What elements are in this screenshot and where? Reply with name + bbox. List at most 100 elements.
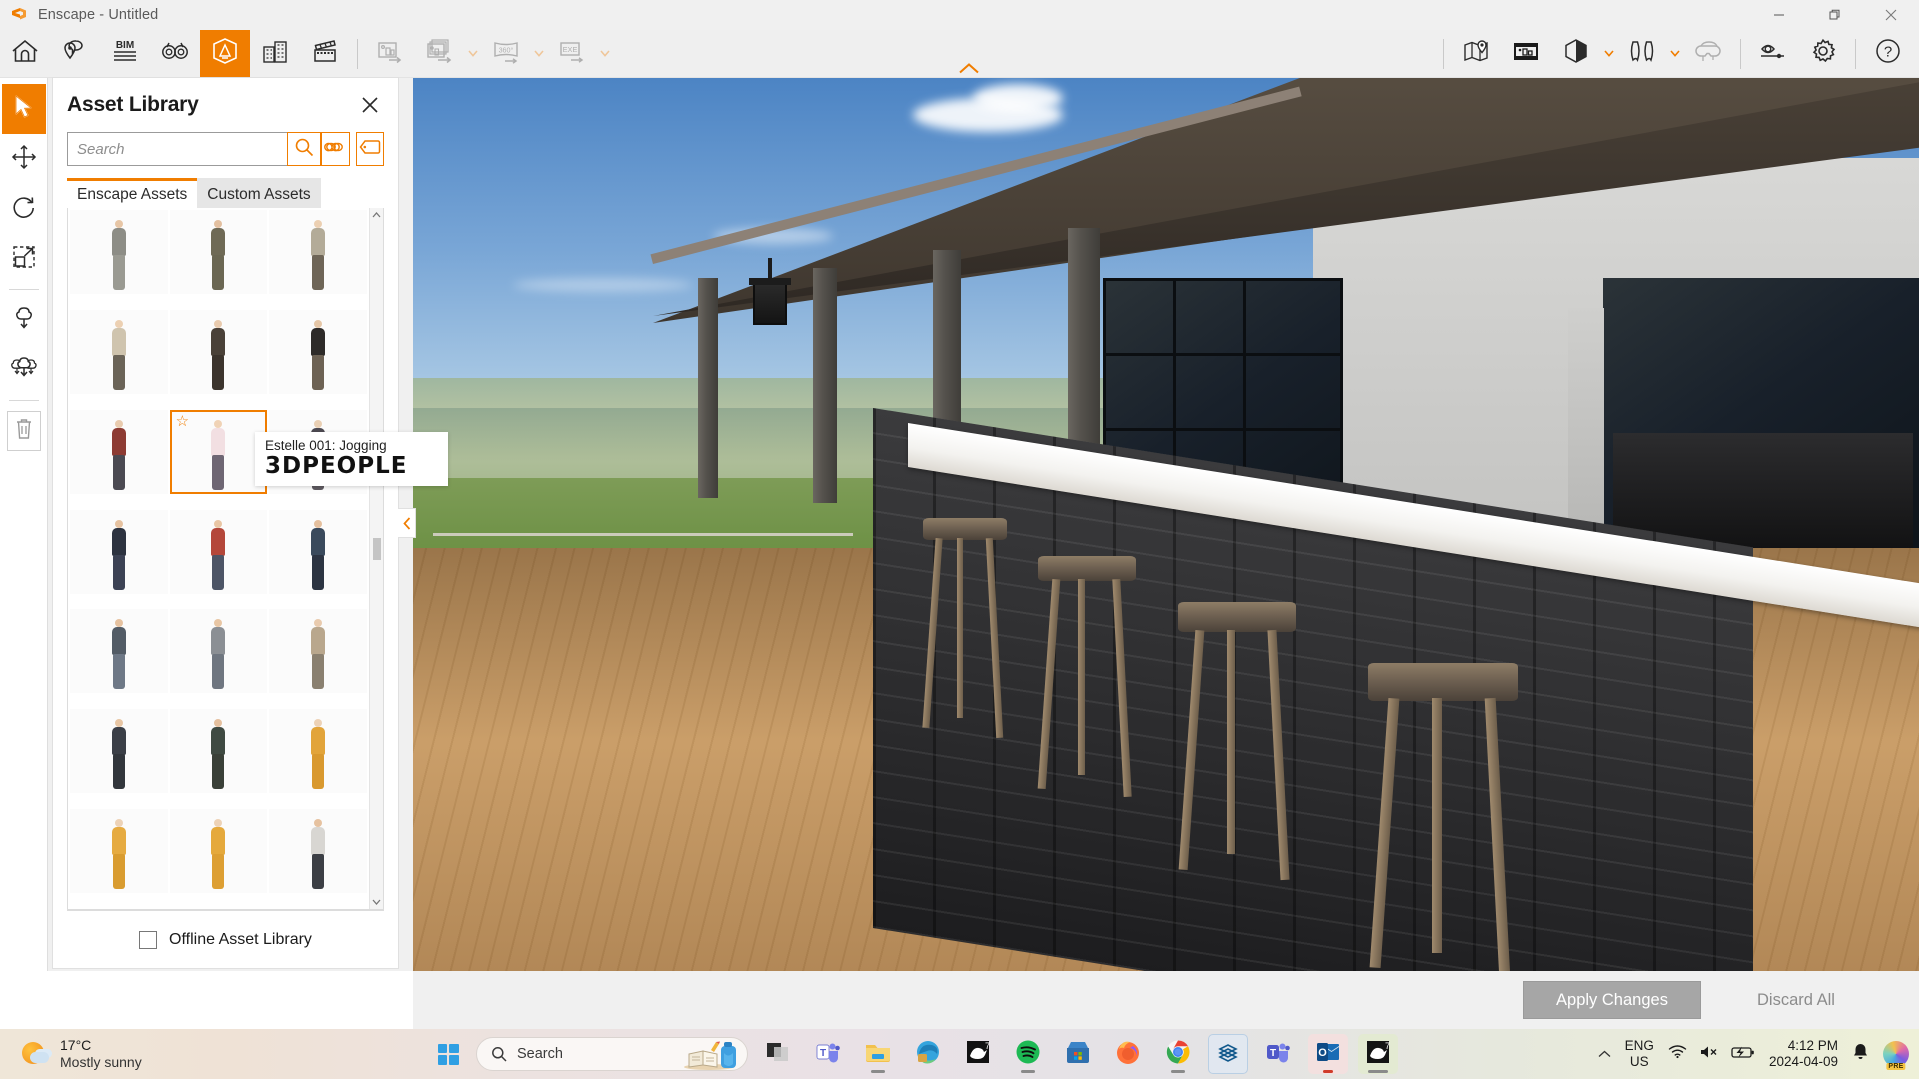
asset-figure <box>205 619 231 691</box>
rendering-style-button[interactable] <box>1551 30 1601 78</box>
asset-thumbnail[interactable] <box>169 210 268 294</box>
taskbar-search-placeholder: Search <box>517 1046 563 1062</box>
view-management-button[interactable] <box>1617 30 1667 78</box>
windows-start-button[interactable] <box>430 1036 466 1072</box>
asset-brush-tool[interactable] <box>2 345 46 395</box>
store-button[interactable] <box>1058 1034 1098 1074</box>
scrollbar-thumb[interactable] <box>373 538 381 560</box>
asset-thumbnail[interactable] <box>269 809 367 894</box>
search-button[interactable] <box>287 132 321 166</box>
batch-render-button[interactable] <box>415 30 465 78</box>
firefox-button[interactable] <box>1108 1034 1148 1074</box>
scale-tool[interactable] <box>2 234 46 284</box>
asset-thumbnail[interactable] <box>70 309 168 394</box>
asset-thumbnail[interactable] <box>70 609 168 694</box>
restore-icon[interactable] <box>1807 0 1863 30</box>
rhino-button[interactable]: 7 <box>958 1034 998 1074</box>
tag-filter-button[interactable] <box>355 132 384 166</box>
asset-thumbnail[interactable] <box>70 809 168 894</box>
asset-thumbnail[interactable] <box>169 709 268 794</box>
tab-custom-assets[interactable]: Custom Assets <box>197 178 321 208</box>
help-button[interactable]: ? <box>1863 30 1913 78</box>
render-viewport[interactable] <box>413 78 1919 971</box>
linked-assets-button[interactable] <box>321 132 350 166</box>
hexagon-contrast-icon <box>1561 36 1591 71</box>
video-editor-button[interactable] <box>300 30 350 78</box>
asset-thumbnail[interactable] <box>70 210 168 294</box>
outlook-button[interactable]: O <box>1308 1034 1348 1074</box>
bim-button[interactable]: BIM <box>100 30 150 78</box>
asset-thumbnail[interactable] <box>169 509 268 594</box>
file-explorer-button[interactable] <box>858 1034 898 1074</box>
asset-thumbnail[interactable]: ☆ <box>169 409 268 494</box>
close-icon[interactable] <box>356 91 384 119</box>
sketchup-button[interactable] <box>1208 1034 1248 1074</box>
bell-icon[interactable] <box>1852 1042 1869 1066</box>
select-tool[interactable] <box>1 84 46 134</box>
offline-library-checkbox[interactable] <box>139 930 158 949</box>
close-icon[interactable] <box>1863 0 1919 30</box>
rhino-active-button[interactable]: 7 <box>1358 1034 1398 1074</box>
edge-button[interactable] <box>908 1034 948 1074</box>
move-tool[interactable] <box>2 134 46 184</box>
asset-thumbnail[interactable] <box>70 509 168 594</box>
wifi-icon[interactable] <box>1668 1044 1687 1064</box>
asset-thumbnail[interactable] <box>269 309 367 394</box>
apply-changes-button[interactable]: Apply Changes <box>1523 981 1701 1019</box>
asset-thumbnail[interactable] <box>269 709 367 794</box>
spotify-button[interactable] <box>1008 1034 1048 1074</box>
rotate-tool[interactable] <box>2 184 46 234</box>
toolbar-collapse-button[interactable] <box>955 60 983 76</box>
favorite-star-icon[interactable]: ☆ <box>176 414 189 429</box>
asset-thumbnail[interactable] <box>169 809 268 894</box>
site-context-button[interactable] <box>250 30 300 78</box>
exe-export-button[interactable]: EXE <box>547 30 597 78</box>
batch-render-dropdown[interactable] <box>465 30 481 78</box>
delete-tool[interactable] <box>2 406 46 456</box>
weather-widget[interactable]: 17°C Mostly sunny <box>22 1037 142 1071</box>
project-gallery-button[interactable] <box>1501 30 1551 78</box>
discard-all-button[interactable]: Discard All <box>1721 981 1871 1019</box>
teams2-button[interactable]: T <box>1258 1034 1298 1074</box>
taskbar-search-box[interactable]: Search <box>476 1037 748 1071</box>
asset-thumbnail[interactable] <box>70 409 168 494</box>
panorama-button[interactable]: 360° <box>481 30 531 78</box>
asset-thumbnail[interactable] <box>269 509 367 594</box>
chevron-up-icon[interactable] <box>1598 1047 1611 1061</box>
place-asset-tool[interactable] <box>2 295 46 345</box>
asset-thumbnail[interactable] <box>269 609 367 694</box>
minimize-icon[interactable] <box>1751 0 1807 30</box>
scroll-up-icon[interactable] <box>370 208 383 222</box>
asset-thumbnail[interactable] <box>169 309 268 394</box>
visual-settings-button[interactable] <box>150 30 200 78</box>
move-arrows-icon <box>11 144 37 175</box>
render-image-button[interactable] <box>365 30 415 78</box>
clock[interactable]: 4:12 PM 2024-04-09 <box>1769 1038 1838 1070</box>
copilot-icon[interactable]: PRE <box>1883 1041 1909 1070</box>
volume-muted-icon[interactable] <box>1699 1044 1719 1065</box>
asset-thumbnail[interactable] <box>70 709 168 794</box>
search-input[interactable] <box>67 132 287 166</box>
panel-collapse-tab[interactable] <box>398 508 416 538</box>
map-button[interactable] <box>1451 30 1501 78</box>
asset-grid-scrollbar[interactable] <box>369 208 383 909</box>
vr-button[interactable] <box>1683 30 1733 78</box>
teams-button[interactable]: T <box>808 1034 848 1074</box>
preview-mode-button[interactable] <box>1748 30 1798 78</box>
battery-charging-icon[interactable] <box>1731 1045 1755 1064</box>
task-view-button[interactable] <box>758 1034 798 1074</box>
asset-thumbnail[interactable] <box>269 210 367 294</box>
feedback-button[interactable] <box>50 30 100 78</box>
chrome-button[interactable] <box>1158 1034 1198 1074</box>
panorama-dropdown[interactable] <box>531 30 547 78</box>
asset-thumbnail[interactable] <box>169 609 268 694</box>
tab-enscape-assets[interactable]: Enscape Assets <box>67 178 198 208</box>
settings-button[interactable] <box>1798 30 1848 78</box>
asset-library-button[interactable] <box>200 29 250 78</box>
rendering-style-dropdown[interactable] <box>1601 30 1617 78</box>
language-indicator[interactable]: ENG US <box>1625 1038 1654 1069</box>
exe-export-dropdown[interactable] <box>597 30 613 78</box>
view-management-dropdown[interactable] <box>1667 30 1683 78</box>
scroll-down-icon[interactable] <box>370 895 383 909</box>
home-button[interactable] <box>0 30 50 78</box>
